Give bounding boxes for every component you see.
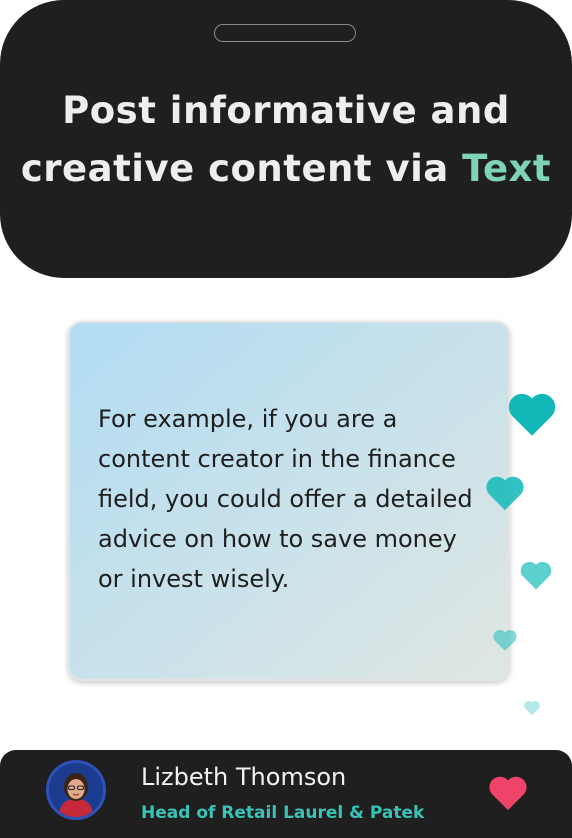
title-highlight: Text xyxy=(462,147,552,190)
heart-icon xyxy=(493,629,517,651)
page-title: Post informative and creative content vi… xyxy=(0,82,572,198)
heart-icon xyxy=(486,476,524,511)
avatar[interactable] xyxy=(46,760,106,820)
author-name: Lizbeth Thomson xyxy=(141,763,347,791)
author-bar: Lizbeth Thomson Head of Retail Laurel & … xyxy=(0,750,572,838)
title-line-2: creative content via Text xyxy=(0,140,572,198)
post-text: For example, if you are a content creato… xyxy=(98,405,473,593)
heart-icon xyxy=(524,700,540,716)
avatar-image xyxy=(49,763,103,817)
author-role: Head of Retail Laurel & Patek xyxy=(141,803,425,823)
title-line-1: Post informative and xyxy=(62,89,510,132)
post-card: For example, if you are a content creato… xyxy=(68,321,510,681)
notch xyxy=(214,24,356,42)
header-card: Post informative and creative content vi… xyxy=(0,0,572,278)
heart-icon[interactable] xyxy=(485,772,531,812)
heart-icon xyxy=(508,393,556,436)
title-line-2-prefix: creative content via xyxy=(20,147,463,190)
heart-icon xyxy=(520,561,552,590)
